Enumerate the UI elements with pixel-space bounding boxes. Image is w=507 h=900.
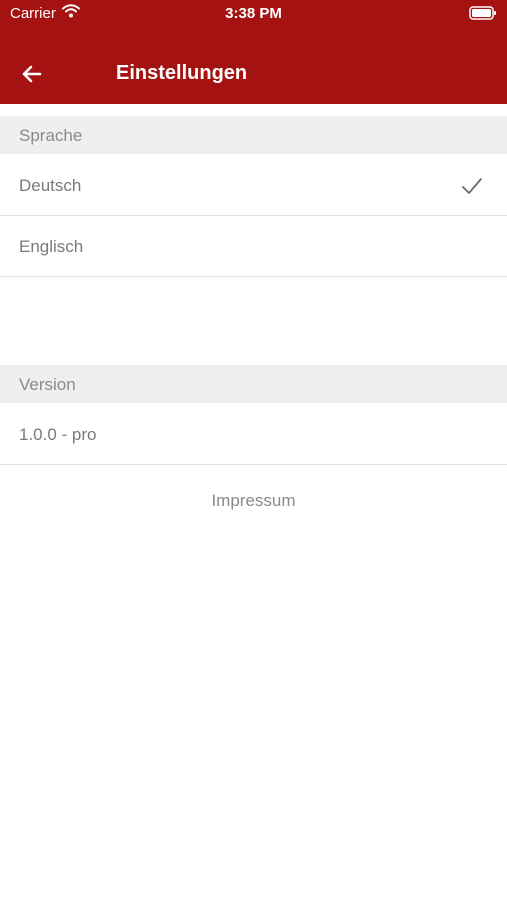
status-time: 3:38 PM xyxy=(225,5,282,22)
section-header-language: Sprache xyxy=(0,116,507,154)
language-option-label: Deutsch xyxy=(19,176,82,195)
status-bar: Carrier 3:38 PM xyxy=(0,0,507,28)
navigation-bar: Einstellungen xyxy=(0,44,507,104)
app-header: Carrier 3:38 PM Einstellungen xyxy=(0,0,507,104)
back-button[interactable] xyxy=(20,62,44,86)
version-row: 1.0.0 - pro xyxy=(0,404,507,465)
language-option-englisch[interactable]: Englisch xyxy=(0,216,507,277)
battery-icon xyxy=(469,6,497,25)
checkmark-icon xyxy=(461,175,483,197)
impressum-link[interactable]: Impressum xyxy=(0,491,507,511)
section-header-label: Version xyxy=(19,375,76,394)
language-option-deutsch[interactable]: Deutsch xyxy=(0,155,507,216)
section-header-version: Version xyxy=(0,365,507,403)
arrow-left-icon xyxy=(22,65,42,83)
page-title: Einstellungen xyxy=(116,62,248,84)
language-option-label: Englisch xyxy=(19,237,84,256)
version-value: 1.0.0 - pro xyxy=(19,425,97,444)
section-header-label: Sprache xyxy=(19,126,83,145)
